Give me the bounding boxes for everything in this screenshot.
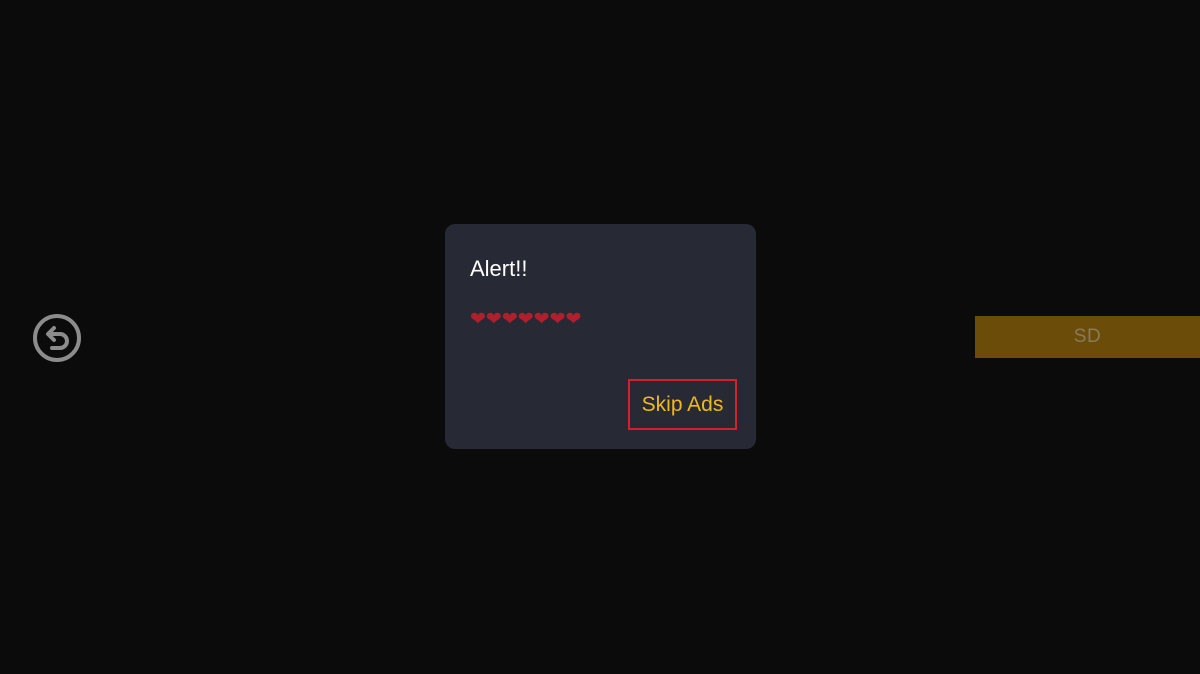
skip-ads-button[interactable]: Skip Ads bbox=[628, 379, 737, 430]
back-button[interactable] bbox=[32, 313, 82, 363]
dialog-title: Alert!! bbox=[470, 256, 528, 281]
quality-label: SD bbox=[1073, 326, 1102, 347]
skip-ads-label: Skip Ads bbox=[641, 392, 724, 416]
player-screen: SD Alert!! ❤❤❤❤❤❤❤ Skip Ads bbox=[0, 0, 1200, 674]
alert-dialog: Alert!! ❤❤❤❤❤❤❤ Skip Ads bbox=[445, 224, 756, 449]
undo-back-icon bbox=[33, 314, 81, 362]
dialog-message: ❤❤❤❤❤❤❤ bbox=[470, 309, 582, 330]
quality-sd-button[interactable]: SD bbox=[975, 316, 1200, 358]
